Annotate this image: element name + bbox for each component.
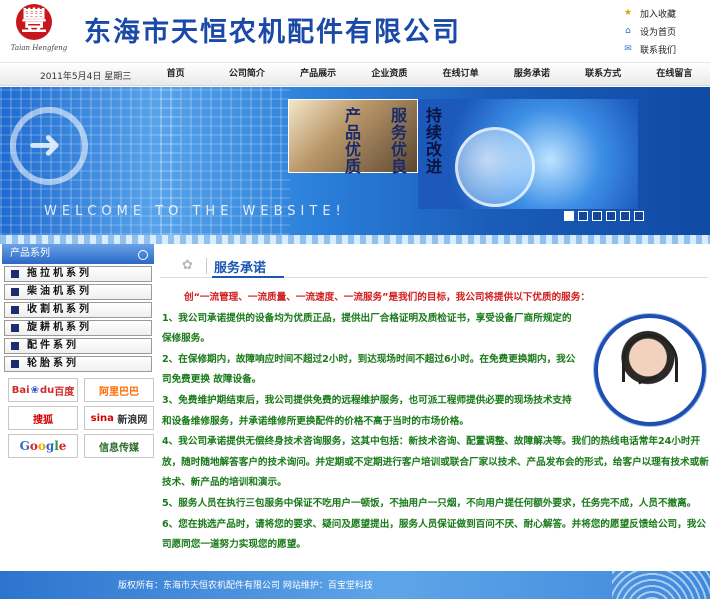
category-label: 旋耕机系列 — [27, 322, 92, 333]
site-footer: 版权所有：东海市天恒农机配件有限公司 网站维护：百宝堂科技 — [0, 571, 710, 599]
bullet-icon — [11, 288, 19, 296]
category-rotary[interactable]: 旋耕机系列 — [4, 320, 152, 336]
google-text: Google — [19, 439, 67, 453]
slide-dot-1[interactable] — [564, 211, 574, 221]
title-underline — [212, 276, 284, 278]
mail-contact-icon: ✉ — [624, 44, 632, 54]
arrow-right-icon: ➜ — [28, 122, 62, 168]
slogan-service: 服务优良 — [388, 107, 407, 175]
sina-link[interactable]: sina 新浪网 — [84, 406, 154, 430]
add-favorite-link[interactable]: ★ 加入收藏 — [622, 4, 710, 22]
customer-service-avatar — [594, 314, 706, 426]
nav-item-service[interactable]: 服务承诺 — [496, 63, 567, 87]
service-item-4: 4、我公司承诺提供无偿终身技术咨询服务，这其中包括：新技术咨询、配置调整、故障解… — [162, 436, 709, 489]
sina-text: sina — [90, 412, 114, 424]
sina-text2: 新浪网 — [117, 414, 148, 426]
page-title: 服务承诺 — [214, 261, 267, 276]
contact-us-label: 联系我们 — [640, 45, 677, 56]
bullet-icon — [11, 306, 19, 314]
baidu-text: Bai — [11, 384, 30, 396]
sohu-text: 搜狐 — [33, 414, 53, 426]
footer-decoration — [612, 571, 710, 599]
logo-seal: 豐 — [16, 4, 52, 40]
home-page-icon: ⌂ — [625, 26, 631, 36]
nav-item-about[interactable]: 公司简介 — [211, 63, 282, 87]
xinxi-text: 信息传媒 — [99, 442, 139, 454]
company-logo[interactable]: 豐 Taian Hengfeng — [6, 4, 72, 60]
slide-dot-6[interactable] — [634, 211, 644, 221]
service-item-1: 1、我公司承诺提供的设备均为优质正品，提供出厂合格证明及质检证书，享受设备厂商所… — [162, 312, 572, 345]
quick-links: ★ 加入收藏 ⌂ 设为首页 ✉ 联系我们 — [622, 4, 710, 58]
set-homepage-link[interactable]: ⌂ 设为首页 — [622, 22, 710, 40]
service-item-5: 5、服务人员在执行三包服务中保证不吃用户一顿饭，不抽用户一只烟，不向用户提任何额… — [162, 497, 697, 509]
header-separator — [206, 258, 207, 274]
nav-item-products[interactable]: 产品展示 — [283, 63, 354, 87]
logo-subtext: Taian Hengfeng — [10, 44, 68, 52]
category-harvester[interactable]: 收割机系列 — [4, 302, 152, 318]
category-tires[interactable]: 轮胎系列 — [4, 356, 152, 372]
current-date: 2011年5月4日 星期三 — [40, 72, 132, 82]
category-tractor[interactable]: 拖拉机系列 — [4, 266, 152, 282]
slogan-improve: 持续改进 — [423, 107, 442, 175]
add-favorite-label: 加入收藏 — [640, 9, 677, 20]
category-label: 收割机系列 — [27, 304, 92, 315]
google-link[interactable]: Google — [8, 434, 78, 458]
contact-us-link[interactable]: ✉ 联系我们 — [622, 40, 710, 58]
xinxi-link[interactable]: 信息传媒 — [84, 434, 154, 458]
nav-items: 首页 公司简介 产品展示 企业资质 在线订单 服务承诺 联系方式 在线留言 — [140, 63, 710, 87]
welcome-text: WELCOME TO THE WEBSITE! — [44, 204, 346, 219]
bullet-icon — [11, 360, 19, 368]
sohu-link[interactable]: 搜狐 — [8, 406, 78, 430]
bullet-icon — [11, 270, 19, 278]
alibaba-text: 阿里巴巴 — [99, 386, 139, 398]
service-item-3: 3、免费维护期结束后，我公司提供免费的远程维护服务，也可派工程师提供必要的现场技… — [162, 394, 572, 427]
category-parts[interactable]: 配件系列 — [4, 338, 152, 354]
slide-dot-5[interactable] — [620, 211, 630, 221]
sidebar-title: 产品系列 — [2, 244, 154, 264]
nav-item-guestbook[interactable]: 在线留言 — [639, 63, 710, 87]
site-header: 豐 Taian Hengfeng 东海市天恒农机配件有限公司 ★ 加入收藏 ⌂ … — [0, 0, 710, 62]
nav-item-qualifications[interactable]: 企业资质 — [354, 63, 425, 87]
baidu-text2: du — [39, 384, 55, 396]
globe-orb-graphic — [455, 127, 535, 207]
partner-links: Bai ❀ du 百度 阿里巴巴 搜狐 sina 新浪网 Google 信息传媒 — [8, 378, 154, 458]
headset-icon — [622, 334, 678, 382]
main-nav: 2011年5月4日 星期三 首页 公司简介 产品展示 企业资质 在线订单 服务承… — [0, 62, 710, 86]
set-homepage-label: 设为首页 — [640, 27, 677, 38]
hero-banner: ➜ 产品优质 服务优良 持续改进 WELCOME TO THE WEBSITE! — [0, 87, 710, 235]
bullet-icon — [11, 342, 19, 350]
flower-icon: ✿ — [182, 258, 193, 273]
alibaba-link[interactable]: 阿里巴巴 — [84, 378, 154, 402]
nav-item-home[interactable]: 首页 — [140, 63, 211, 87]
baidu-link[interactable]: Bai ❀ du 百度 — [8, 378, 78, 402]
company-name: 东海市天恒农机配件有限公司 — [84, 17, 461, 48]
section-header: ✿ 服务承诺 — [160, 254, 708, 278]
category-diesel[interactable]: 柴油机系列 — [4, 284, 152, 300]
decorative-strip — [0, 235, 710, 244]
baidu-text3: 百度 — [54, 386, 75, 398]
category-label: 拖拉机系列 — [27, 268, 92, 279]
slogan-quality: 产品优质 — [342, 107, 361, 175]
slide-dot-4[interactable] — [606, 211, 616, 221]
category-label: 配件系列 — [27, 340, 79, 351]
nav-item-online-order[interactable]: 在线订单 — [425, 63, 496, 87]
category-label: 柴油机系列 — [27, 286, 92, 297]
nav-item-contact[interactable]: 联系方式 — [568, 63, 639, 87]
service-item-6: 6、您在挑选产品时，请将您的要求、疑问及愿望提出，服务人员保证做到百问不厌、耐心… — [162, 518, 706, 551]
slide-dot-2[interactable] — [578, 211, 588, 221]
slide-dot-3[interactable] — [592, 211, 602, 221]
copyright-text: 版权所有：东海市天恒农机配件有限公司 网站维护：百宝堂科技 — [118, 581, 373, 591]
service-item-2: 2、在保修期内，故障响应时间不超过2小时，到达现场时间不超过6小时。在免费更换期… — [162, 353, 576, 386]
category-label: 轮胎系列 — [27, 358, 79, 369]
main-content: ✿ 服务承诺 创“一流管理、一流质量、一流速度、一流服务”是我们的目标，我公司将… — [160, 244, 710, 571]
star-folder-icon: ★ — [623, 8, 633, 18]
banner-slide-indicators — [564, 211, 644, 221]
service-intro: 创“一流管理、一流质量、一流速度、一流服务”是我们的目标，我公司将提供以下优质的… — [184, 292, 590, 303]
product-sidebar: 产品系列 拖拉机系列 柴油机系列 收割机系列 旋耕机系列 配件系列 轮胎系列 B… — [2, 244, 154, 571]
bullet-icon — [11, 324, 19, 332]
paw-icon: ❀ — [30, 384, 39, 396]
